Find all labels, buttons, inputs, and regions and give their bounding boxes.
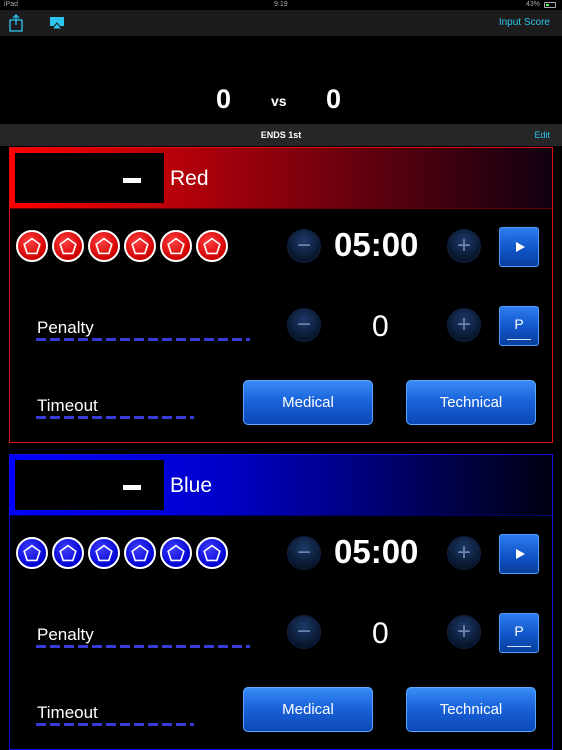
status-right: 43% [526, 1, 556, 8]
pentagon-indicator [16, 537, 48, 569]
input-score-button[interactable]: Input Score [499, 17, 550, 28]
pentagon-indicator [196, 537, 228, 569]
penalty-value: 0 [372, 617, 389, 650]
pentagon-indicator [16, 230, 48, 262]
plus-icon: + [456, 539, 471, 566]
penalty-p-button[interactable]: P [499, 306, 539, 346]
pentagon-indicator [160, 230, 192, 262]
play-button[interactable] [499, 227, 539, 267]
pentagon-indicator [160, 537, 192, 569]
p-label: P [514, 623, 524, 639]
minus-icon: − [296, 311, 311, 338]
minus-icon: − [296, 618, 311, 645]
plus-icon: + [456, 232, 471, 259]
score-vs: vs [271, 93, 287, 109]
timeout-label: Timeout [37, 703, 98, 722]
ends-label: ENDS 1st [260, 130, 302, 140]
minus-icon: − [296, 232, 311, 259]
penalty-label: Penalty [37, 625, 94, 644]
medical-button[interactable]: Medical [243, 687, 373, 732]
pentagon-indicator [52, 537, 84, 569]
timer-minus-button[interactable]: − [287, 229, 321, 263]
panel-header: Red [10, 148, 552, 208]
edit-button[interactable]: Edit [534, 130, 550, 140]
score-blue: 0 [326, 84, 342, 114]
pentagon-icon [59, 544, 77, 562]
pentagon-icon [131, 544, 149, 562]
timeout-dash-line [36, 416, 194, 419]
player-panel-red: Red − 05:00 + Penalty − 0 + P Timeout Me… [9, 147, 553, 443]
share-icon[interactable] [8, 14, 24, 32]
pentagon-indicator [88, 537, 120, 569]
pentagon-indicator [124, 537, 156, 569]
plus-icon: + [456, 311, 471, 338]
play-icon [515, 549, 525, 559]
score-box[interactable] [15, 460, 164, 510]
pentagon-icon [203, 237, 221, 255]
penalty-minus-button[interactable]: − [287, 615, 321, 649]
penalty-minus-button[interactable]: − [287, 308, 321, 342]
status-bar: iPad 9:19 43% [0, 0, 562, 10]
timeout-dash-line [36, 723, 194, 726]
penalty-plus-button[interactable]: + [447, 615, 481, 649]
panel-header: Blue [10, 455, 552, 515]
player-name: Blue [170, 474, 213, 497]
timer: 05:00 [334, 226, 419, 263]
pentagon-row [16, 537, 228, 569]
pentagon-icon [167, 237, 185, 255]
pentagon-icon [95, 544, 113, 562]
battery-icon [544, 1, 556, 8]
airplay-icon[interactable] [49, 16, 65, 30]
device-label: iPad [4, 1, 19, 8]
timer-plus-button[interactable]: + [447, 229, 481, 263]
timeout-label: Timeout [37, 396, 98, 415]
pentagon-icon [59, 237, 77, 255]
score-red: 0 [216, 84, 232, 114]
player-name: Red [170, 167, 209, 190]
divider [10, 208, 552, 209]
timer-minus-button[interactable]: − [287, 536, 321, 570]
plus-icon: + [456, 618, 471, 645]
score-box[interactable] [15, 153, 164, 203]
penalty-dash-line [36, 338, 250, 341]
pentagon-icon [131, 237, 149, 255]
medical-button[interactable]: Medical [243, 380, 373, 425]
pentagon-indicator [88, 230, 120, 262]
ends-bar: ENDS 1st Edit [0, 124, 562, 146]
pentagon-indicator [196, 230, 228, 262]
penalty-p-button[interactable]: P [499, 613, 539, 653]
battery-percent: 43% [525, 1, 540, 8]
pentagon-indicator [124, 230, 156, 262]
pentagon-icon [203, 544, 221, 562]
player-panel-blue: Blue − 05:00 + Penalty − 0 + P Timeout M… [9, 454, 553, 750]
technical-button[interactable]: Technical [406, 380, 536, 425]
pentagon-indicator [52, 230, 84, 262]
technical-button[interactable]: Technical [406, 687, 536, 732]
p-underline [507, 646, 531, 647]
score-placeholder [123, 178, 141, 183]
nav-bar: Input Score [0, 10, 562, 36]
timer-plus-button[interactable]: + [447, 536, 481, 570]
play-button[interactable] [499, 534, 539, 574]
divider [10, 515, 552, 516]
pentagon-icon [23, 237, 41, 255]
penalty-dash-line [36, 645, 250, 648]
score-placeholder [123, 485, 141, 490]
penalty-value: 0 [372, 310, 389, 343]
penalty-plus-button[interactable]: + [447, 308, 481, 342]
pentagon-icon [95, 237, 113, 255]
timer: 05:00 [334, 533, 419, 570]
pentagon-icon [167, 544, 185, 562]
play-icon [515, 242, 525, 252]
status-time: 9:19 [274, 1, 288, 8]
p-underline [507, 339, 531, 340]
pentagon-row [16, 230, 228, 262]
penalty-label: Penalty [37, 318, 94, 337]
pentagon-icon [23, 544, 41, 562]
minus-icon: − [296, 539, 311, 566]
score-area: 0 vs 0 [0, 36, 562, 124]
p-label: P [514, 316, 524, 332]
